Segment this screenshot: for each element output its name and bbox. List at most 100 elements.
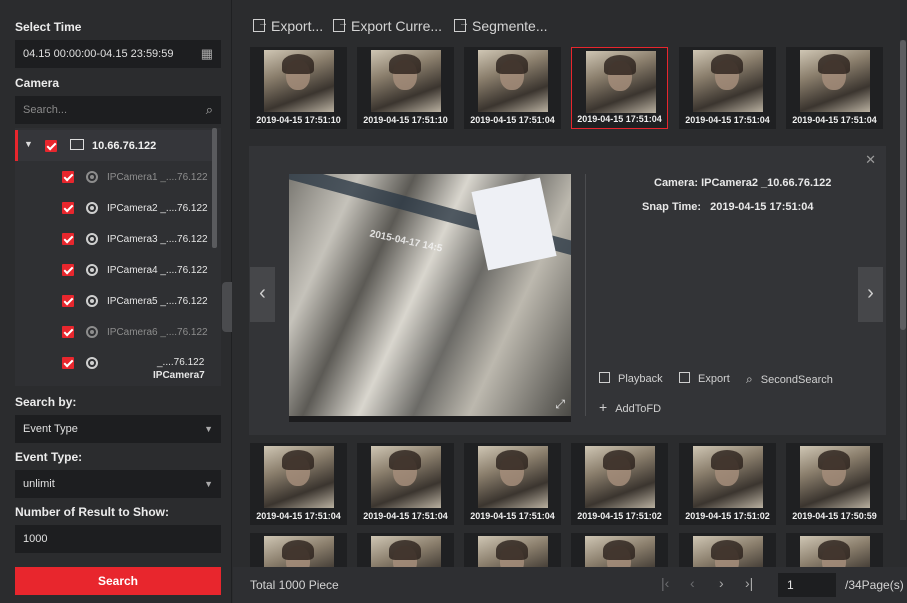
tree-item-camera[interactable]: IPCamera1 _....76.122	[15, 161, 215, 192]
camera-icon	[86, 233, 98, 245]
add-to-fd-label: AddToFD	[615, 403, 662, 415]
detail-camera: Camera: IPCamera2 _10.66.76.122	[654, 177, 831, 189]
snapshot-footer-bar	[289, 416, 571, 422]
face-image	[478, 50, 548, 112]
result-thumbnail[interactable]: 2019-04-15 17:51:04	[464, 47, 561, 129]
scrollbar-thumb[interactable]	[900, 40, 906, 330]
result-thumbnail[interactable]: 2019-04-15 17:51:04	[786, 47, 883, 129]
result-thumbnail[interactable]: 2019-04-15 17:51:04	[357, 443, 454, 525]
result-thumbnail[interactable]: 2019-04-15 17:51:04	[250, 443, 347, 525]
tree-item-camera[interactable]: IPCamera6 _....76.122	[15, 316, 215, 347]
tree-item-root[interactable]: ▼ 10.66.76.122	[15, 130, 215, 161]
time-range-field[interactable]: 04.15 00:00:00-04.15 23:59:59 ▦	[15, 40, 221, 68]
segmented-label: Segmente...	[472, 18, 548, 34]
camera-checkbox[interactable]	[62, 171, 74, 183]
last-page-icon[interactable]: ›|	[745, 575, 753, 591]
result-thumbnail-selected[interactable]: 2019-04-15 17:51:04	[571, 47, 668, 129]
tree-item-camera[interactable]: IPCamera4 _....76.122	[15, 254, 215, 285]
search-panel: Select Time 04.15 00:00:00-04.15 23:59:5…	[0, 0, 232, 603]
add-to-fd-button[interactable]: + AddToFD	[599, 399, 661, 415]
camera-name: IPCamera5 _....76.122	[107, 296, 208, 307]
export-current-label: Export Curre...	[351, 18, 443, 34]
expand-icon[interactable]: ⤢	[555, 397, 565, 412]
camera-tree: ▼ 10.66.76.122 IPCamera1 _....76.122 IPC…	[15, 128, 221, 386]
page-number-input[interactable]: 1	[778, 573, 836, 597]
segmented-export-button[interactable]: Segmente...	[454, 18, 548, 34]
camera-checkbox[interactable]	[62, 233, 74, 245]
previous-page-icon[interactable]: ‹	[690, 575, 695, 591]
num-results-label: Number of Result to Show:	[15, 505, 169, 519]
face-image	[478, 446, 548, 508]
result-thumbnail[interactable]	[786, 533, 883, 567]
camera-checkbox[interactable]	[62, 295, 74, 307]
export-snapshot-button[interactable]: Export	[679, 372, 730, 385]
thumbnail-time: 2019-04-15 17:51:04	[363, 511, 448, 521]
chevron-down-icon[interactable]: ▼	[204, 470, 213, 498]
previous-result-button[interactable]: ‹	[250, 267, 275, 322]
thumbnail-time: 2019-04-15 17:51:02	[577, 511, 662, 521]
export-button[interactable]: Export...	[253, 18, 323, 34]
tree-item-camera[interactable]: IPCamera2 _....76.122	[15, 192, 215, 223]
face-image	[693, 50, 763, 112]
second-search-button[interactable]: ⌕ SecondSearch	[746, 372, 833, 387]
snap-time-value: 2019-04-15 17:51:04	[710, 201, 814, 213]
tree-item-camera[interactable]: _....76.122 IPCamera7	[15, 347, 215, 385]
result-thumbnail[interactable]: 2019-04-15 17:51:04	[464, 443, 561, 525]
face-image	[371, 50, 441, 112]
result-thumbnail[interactable]: 2019-04-15 17:51:10	[250, 47, 347, 129]
face-image	[800, 50, 870, 112]
camera-checkbox[interactable]	[62, 264, 74, 276]
result-thumbnail[interactable]	[571, 533, 668, 567]
first-page-icon[interactable]: |‹	[661, 575, 669, 591]
result-thumbnail[interactable]: 2019-04-15 17:51:10	[357, 47, 454, 129]
export-current-button[interactable]: Export Curre...	[333, 18, 442, 34]
results-scrollbar[interactable]	[900, 40, 906, 520]
camera-name: IPCamera1 _....76.122	[107, 172, 208, 183]
tree-item-camera[interactable]: IPCamera5 _....76.122	[15, 285, 215, 316]
camera-checkbox[interactable]	[62, 202, 74, 214]
camera-name: IPCamera3 _....76.122	[107, 234, 208, 245]
result-thumbnail[interactable]: 2019-04-15 17:50:59	[786, 443, 883, 525]
search-button[interactable]: Search	[15, 567, 221, 595]
camera-checkbox[interactable]	[62, 357, 74, 369]
result-thumbnail[interactable]	[679, 533, 776, 567]
close-icon[interactable]: ✕	[865, 152, 876, 168]
face-image	[693, 446, 763, 508]
thumbnail-time: 2019-04-15 17:51:02	[685, 511, 770, 521]
tree-item-camera[interactable]: IPCamera3 _....76.122	[15, 223, 215, 254]
result-thumbnail[interactable]	[464, 533, 561, 567]
result-thumbnail[interactable]: 2019-04-15 17:51:04	[679, 47, 776, 129]
playback-icon	[599, 372, 610, 383]
chevron-down-icon[interactable]: ▼	[24, 139, 33, 149]
camera-checkbox[interactable]	[62, 326, 74, 338]
search-by-select[interactable]: Event Type ▼	[15, 415, 221, 443]
search-by-label: Search by:	[15, 395, 77, 409]
toolbar: Export... Export Curre... Segmente...	[233, 0, 907, 44]
chevron-down-icon[interactable]: ▼	[204, 415, 213, 443]
result-thumbnail[interactable]: 2019-04-15 17:51:02	[679, 443, 776, 525]
result-thumbnail[interactable]	[250, 533, 347, 567]
result-thumbnail[interactable]: 2019-04-15 17:51:02	[571, 443, 668, 525]
thumbnail-time: 2019-04-15 17:51:10	[256, 115, 341, 125]
playback-button[interactable]: Playback	[599, 372, 663, 385]
event-type-select[interactable]: unlimit ▼	[15, 470, 221, 498]
app-window: Select Time 04.15 00:00:00-04.15 23:59:5…	[0, 0, 907, 603]
checkbox-root[interactable]	[45, 140, 57, 152]
chevron-left-icon: ‹	[259, 282, 266, 304]
playback-label: Playback	[618, 373, 663, 385]
num-results-input[interactable]: 1000	[15, 525, 221, 553]
camera-icon	[86, 326, 98, 338]
event-type-value: unlimit	[23, 478, 55, 490]
tree-scrollbar[interactable]	[212, 128, 217, 248]
export-icon	[679, 372, 690, 383]
face-image	[371, 446, 441, 508]
search-icon[interactable]: ⌕	[206, 96, 213, 124]
thumbnail-time: 2019-04-15 17:51:04	[470, 511, 555, 521]
next-result-button[interactable]: ›	[858, 267, 883, 322]
thumbnail-time: 2019-04-15 17:51:04	[792, 115, 877, 125]
calendar-icon[interactable]: ▦	[201, 40, 213, 68]
panel-collapse-handle[interactable]	[222, 282, 232, 332]
next-page-icon[interactable]: ›	[719, 575, 724, 591]
result-thumbnail[interactable]	[357, 533, 454, 567]
camera-search-input[interactable]: Search... ⌕	[15, 96, 221, 124]
